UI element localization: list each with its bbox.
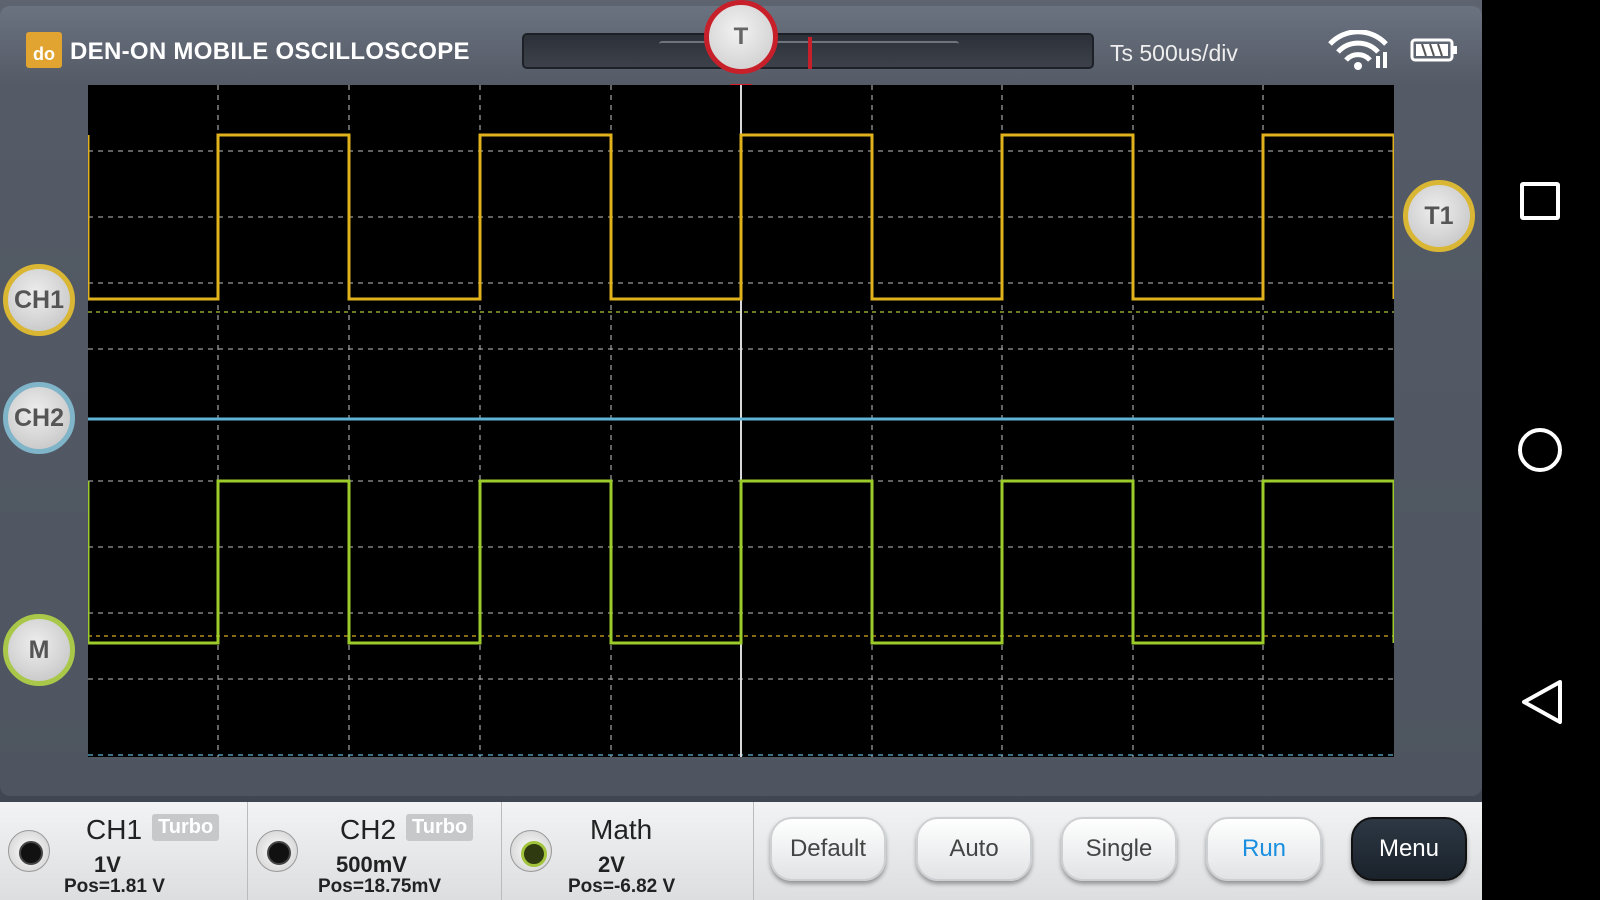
waveform-display [88,85,1394,757]
math-trace [88,479,1394,645]
scope-screen[interactable] [88,85,1394,757]
home-icon[interactable] [1518,428,1562,472]
ch1-label: CH1 [86,814,143,845]
ch1-enable-toggle[interactable] [8,830,50,872]
math-label: Math [590,814,653,845]
ch2-position-knob[interactable]: CH2 [3,382,75,454]
auto-button[interactable]: Auto [916,817,1032,881]
math-position-knob[interactable]: M [3,614,75,686]
math-scale: 2V [598,852,625,877]
math-settings-panel[interactable]: Math 2V Pos=-6.82 V [502,802,754,900]
app-title: DEN-ON MOBILE OSCILLOSCOPE [70,38,470,65]
timeline-trigger-marker [808,37,812,69]
math-enable-toggle[interactable] [510,830,552,872]
overview-icon[interactable] [1520,182,1560,220]
math-position: Pos=-6.82 V [568,876,676,897]
ch2-settings-panel[interactable]: CH2 Turbo 500mV Pos=18.75mV [248,802,502,900]
ch1-scale: 1V [94,852,121,877]
ch1-position-knob[interactable]: CH1 [3,264,75,336]
app-logo: do [26,32,62,68]
timeline-overview-bar[interactable] [522,33,1094,69]
ch2-label: CH2 [340,814,397,845]
default-button[interactable]: Default [770,817,886,881]
ch2-position: Pos=18.75mV [318,876,442,897]
battery-icon [1410,38,1457,62]
back-icon[interactable] [1520,678,1564,726]
menu-button[interactable]: Menu [1351,817,1467,881]
ch1-settings-panel[interactable]: CH1 Turbo 1V Pos=1.81 V [0,802,248,900]
trigger-position-knob[interactable]: T [704,0,778,74]
wifi-icon [1328,30,1388,70]
ch2-enable-toggle[interactable] [256,830,298,872]
ch2-turbo-badge[interactable]: Turbo [406,814,474,841]
android-navigation-bar [1482,0,1600,900]
ch1-turbo-badge[interactable]: Turbo [152,814,220,841]
single-button[interactable]: Single [1061,817,1177,881]
ch1-position: Pos=1.81 V [64,876,165,897]
run-button[interactable]: Run [1206,817,1322,881]
oscilloscope-app: do DEN-ON MOBILE OSCILLOSCOPE T Ts 500us… [0,0,1482,900]
timebase-readout[interactable]: Ts 500us/div [1110,40,1238,67]
ch2-scale: 500mV [336,852,407,877]
trigger-level-knob[interactable]: T1 [1403,180,1475,252]
